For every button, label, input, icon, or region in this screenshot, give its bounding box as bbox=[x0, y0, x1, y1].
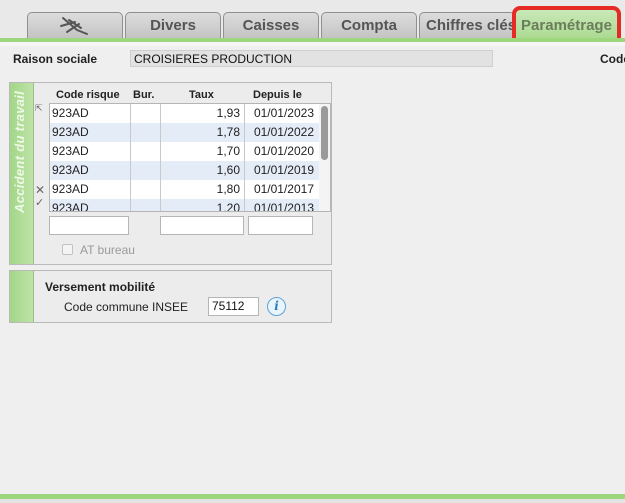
cell-bur bbox=[130, 104, 160, 123]
cell-taux: 1,70 bbox=[160, 142, 244, 161]
info-icon[interactable]: i bbox=[267, 297, 286, 316]
cell-depuis: 01/01/2020 bbox=[244, 142, 320, 161]
cell-depuis: 01/01/2023 bbox=[244, 104, 320, 123]
code-commune-input[interactable]: 75112 bbox=[208, 297, 259, 316]
accident-stripe: Accident du travail bbox=[10, 83, 34, 264]
tab-home[interactable] bbox=[27, 12, 123, 38]
cell-code: 923AD bbox=[52, 182, 89, 196]
cell-bur bbox=[130, 199, 160, 211]
cell-bur bbox=[130, 161, 160, 180]
versement-stripe bbox=[10, 271, 34, 322]
cell-bur bbox=[130, 180, 160, 199]
code-commune-label: Code commune INSEE bbox=[64, 300, 189, 314]
footer-strip bbox=[0, 499, 625, 503]
cell-code: 923AD bbox=[52, 163, 89, 177]
raison-sociale-field[interactable]: CROISIERES PRODUCTION bbox=[130, 50, 493, 67]
versement-panel bbox=[9, 270, 332, 323]
code-label: Code bbox=[600, 52, 625, 66]
tab-bar: Divers Caisses Compta Chiffres clés Para… bbox=[0, 0, 625, 44]
accident-section-label: Accident du travail bbox=[12, 91, 27, 214]
scrollbar-thumb[interactable] bbox=[321, 106, 328, 160]
cell-taux: 1,93 bbox=[160, 104, 244, 123]
cell-depuis: 01/01/2019 bbox=[244, 161, 320, 180]
column-header-code-risque[interactable]: Code risque bbox=[56, 89, 120, 101]
column-header-taux[interactable]: Taux bbox=[189, 89, 214, 101]
app-logo-icon bbox=[60, 17, 88, 35]
delete-row-icon[interactable]: ✕ bbox=[35, 183, 45, 197]
table-scrollbar[interactable] bbox=[319, 104, 330, 211]
table-row[interactable]: 923AD 1,80 01/01/2017 bbox=[50, 180, 320, 199]
table-row[interactable]: 923AD 1,93 01/01/2023 bbox=[50, 104, 320, 123]
taux-input[interactable] bbox=[160, 216, 244, 235]
at-bureau-label: AT bureau bbox=[80, 243, 135, 257]
accident-table: 923AD 1,93 01/01/2023 923AD 1,78 01/01/2… bbox=[49, 103, 331, 212]
depuis-le-input[interactable] bbox=[248, 216, 313, 235]
cell-code: 923AD bbox=[52, 201, 89, 212]
table-row[interactable]: 923AD 1,20 01/01/2013 bbox=[50, 199, 320, 212]
tab-caisses[interactable]: Caisses bbox=[223, 12, 319, 38]
table-row[interactable]: 923AD 1,78 01/01/2022 bbox=[50, 123, 320, 142]
cell-taux: 1,60 bbox=[160, 161, 244, 180]
tab-compta[interactable]: Compta bbox=[321, 12, 417, 38]
validate-icon[interactable]: ✓ bbox=[35, 196, 44, 209]
cell-depuis: 01/01/2013 bbox=[244, 199, 320, 211]
cell-taux: 1,80 bbox=[160, 180, 244, 199]
column-header-depuis-le[interactable]: Depuis le bbox=[253, 89, 302, 101]
cell-bur bbox=[130, 142, 160, 161]
cell-taux: 1,78 bbox=[160, 123, 244, 142]
code-risque-input[interactable] bbox=[49, 216, 129, 235]
table-row[interactable]: 923AD 1,70 01/01/2020 bbox=[50, 142, 320, 161]
at-bureau-checkbox[interactable] bbox=[62, 244, 73, 255]
sort-icon[interactable]: ⇱ bbox=[35, 103, 43, 114]
cell-depuis: 01/01/2017 bbox=[244, 180, 320, 199]
cell-code: 923AD bbox=[52, 125, 89, 139]
tab-parametrage[interactable]: Paramétrage bbox=[512, 6, 621, 44]
column-header-bur[interactable]: Bur. bbox=[133, 89, 154, 101]
cell-bur bbox=[130, 123, 160, 142]
cell-code: 923AD bbox=[52, 144, 89, 158]
versement-title: Versement mobilité bbox=[45, 280, 156, 294]
cell-depuis: 01/01/2022 bbox=[244, 123, 320, 142]
divider bbox=[0, 42, 625, 46]
tab-chiffres-cles[interactable]: Chiffres clés bbox=[419, 12, 515, 38]
raison-sociale-label: Raison sociale bbox=[13, 52, 98, 66]
table-row[interactable]: 923AD 1,60 01/01/2019 bbox=[50, 161, 320, 180]
cell-taux: 1,20 bbox=[160, 199, 244, 211]
cell-code: 923AD bbox=[52, 106, 89, 120]
tab-divers[interactable]: Divers bbox=[125, 12, 221, 38]
